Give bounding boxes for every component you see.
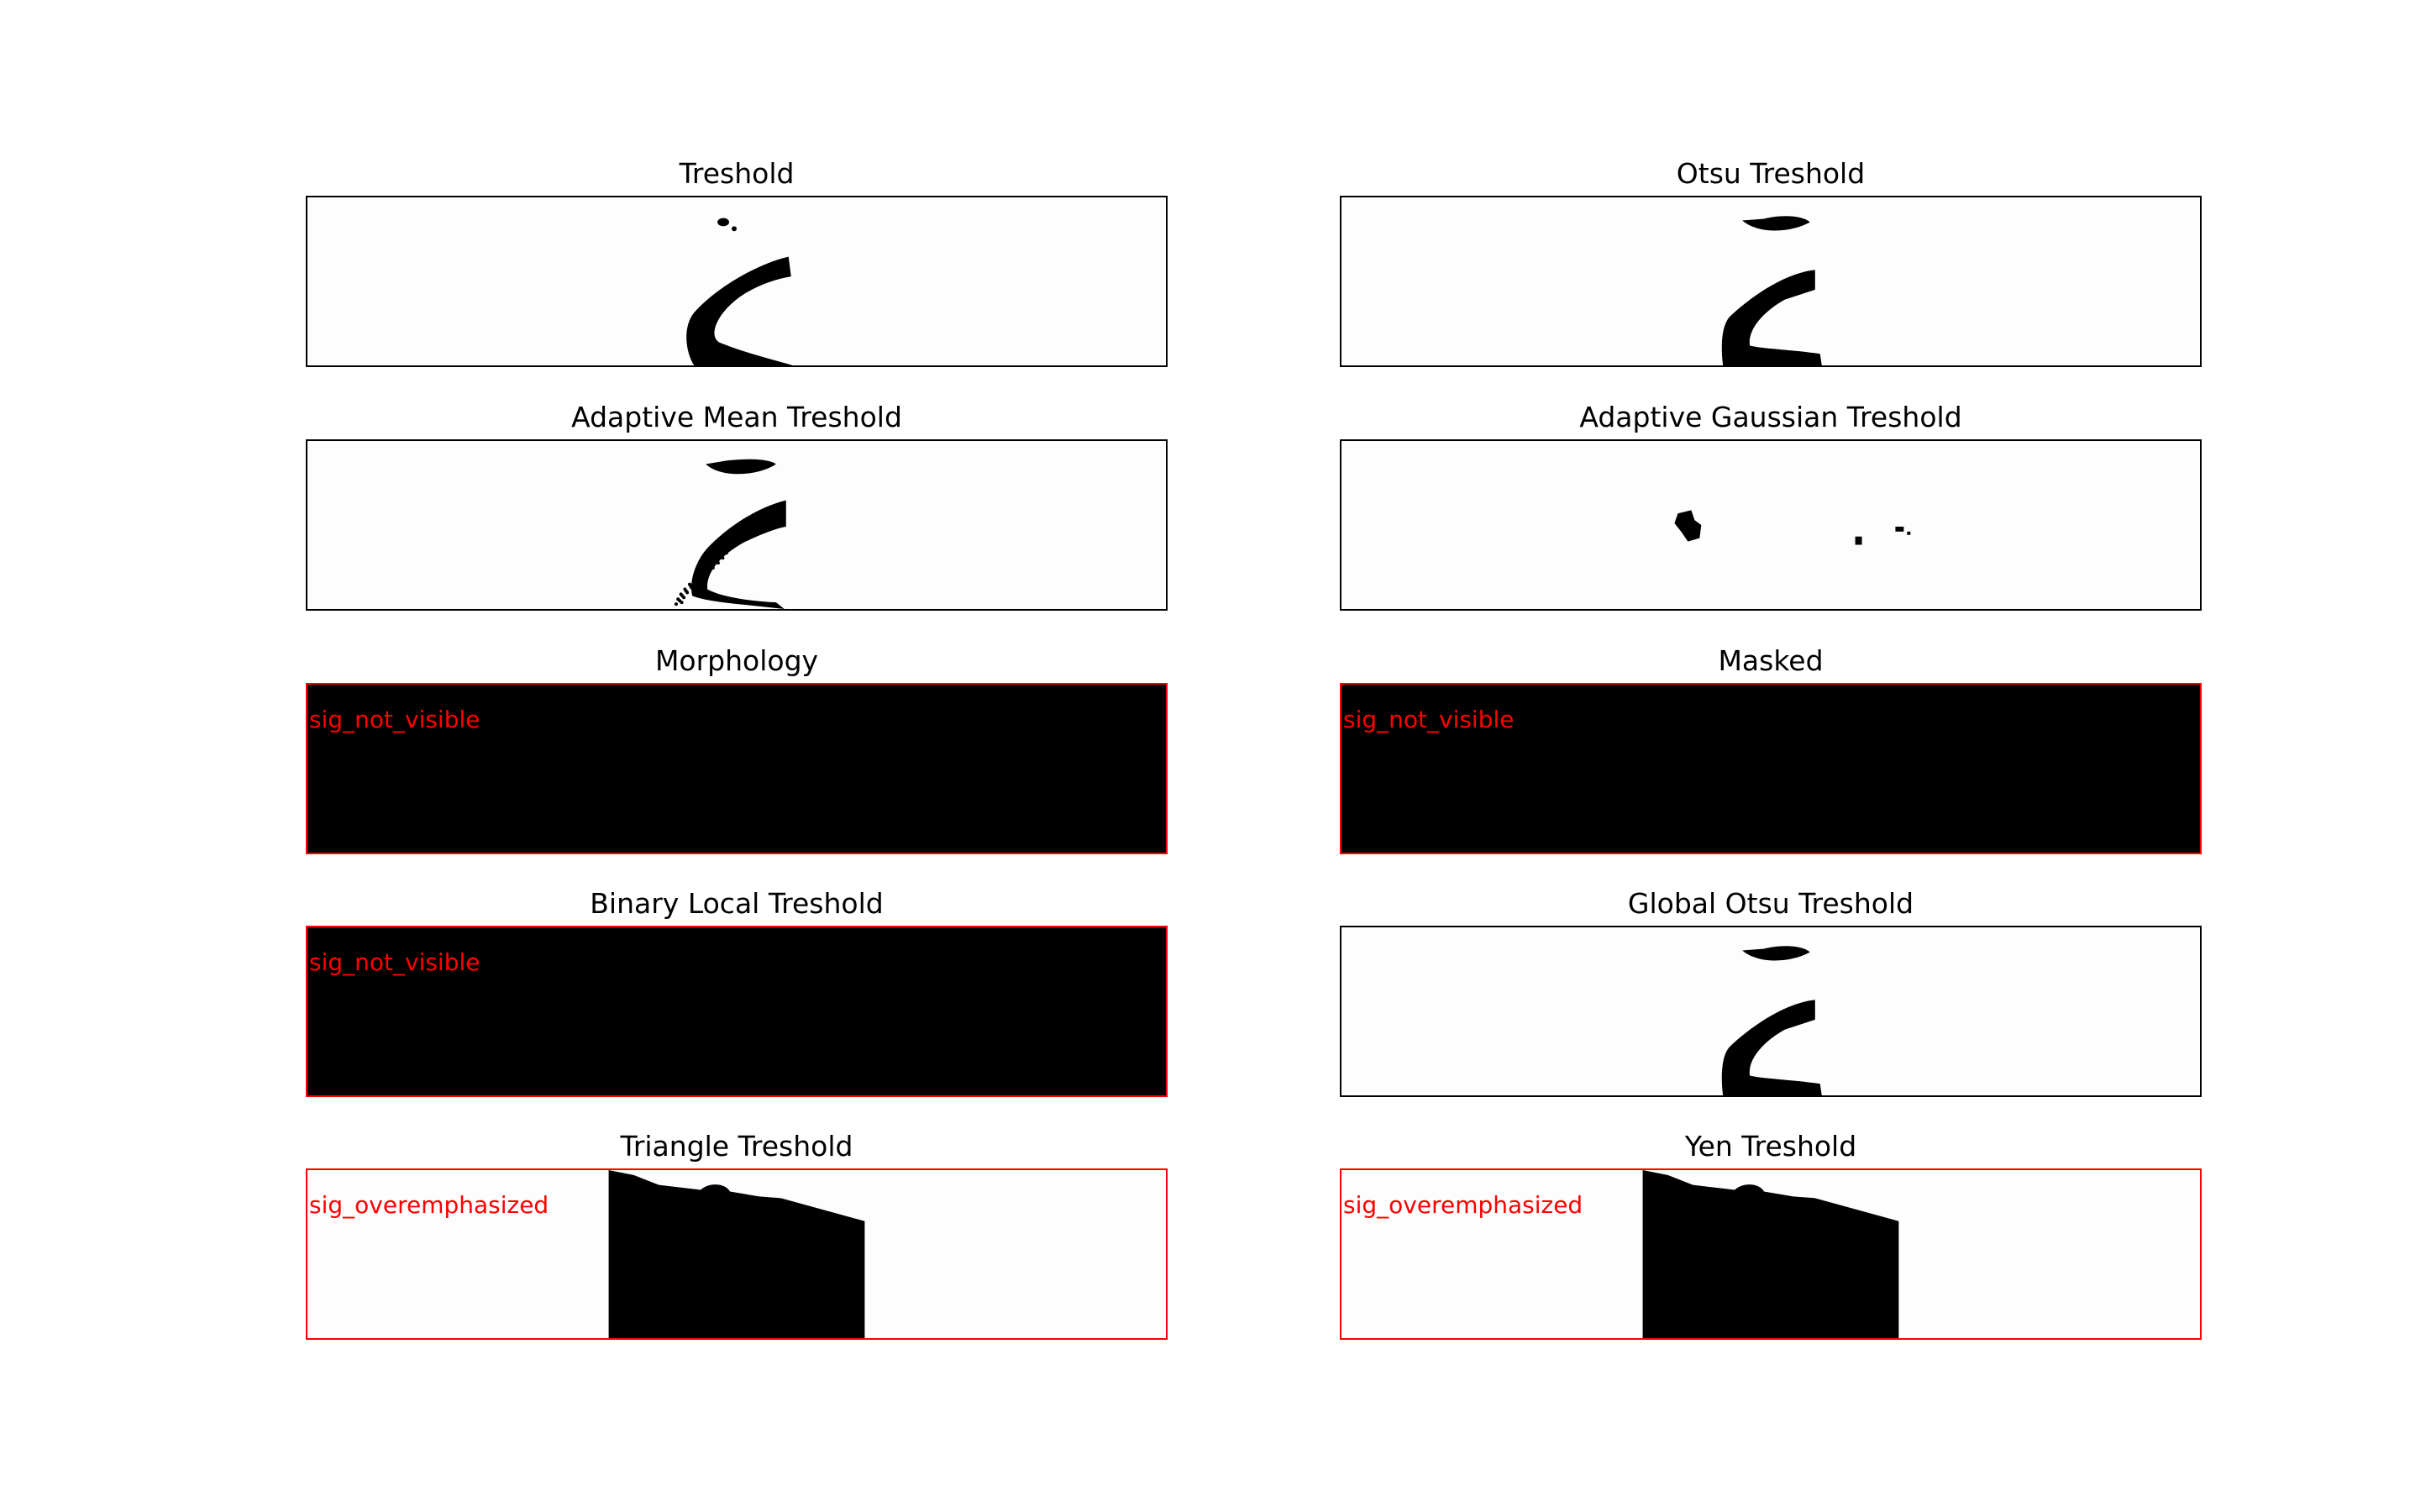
signature-dot (1742, 946, 1810, 961)
signature-dot (706, 459, 776, 475)
panel-image (1340, 439, 2202, 611)
panel-content (1721, 216, 1822, 365)
panel-image: sig_not_visible (1340, 683, 2202, 854)
panel-status-label: sig_not_visible (1343, 706, 1515, 733)
panel-title: Triangle Treshold (620, 1130, 853, 1163)
panel-image: sig_not_visible (306, 683, 1168, 854)
ink-dot (717, 218, 730, 227)
speckle (674, 602, 678, 606)
panel-content (1721, 946, 1822, 1095)
panel-title: Global Otsu Treshold (1627, 887, 1914, 920)
blob (1907, 531, 1911, 535)
panel-image: sig_overemphasized (306, 1168, 1168, 1340)
speckle (724, 551, 728, 555)
panel-content (686, 218, 793, 365)
panel-title: Morphology (654, 644, 819, 677)
panel-title: Adaptive Mean Treshold (571, 401, 902, 433)
panel-image (1340, 196, 2202, 367)
panel-title: Yen Treshold (1684, 1130, 1857, 1163)
panel-status-label: sig_overemphasized (1343, 1191, 1583, 1219)
panel-image: sig_not_visible (306, 926, 1168, 1097)
panel-status-label: sig_overemphasized (309, 1191, 549, 1219)
blob (1674, 510, 1702, 542)
speckle (711, 566, 715, 570)
black-block (1642, 1170, 1899, 1338)
blob (1895, 526, 1904, 532)
speckle (690, 585, 694, 590)
panel-title: Otsu Treshold (1676, 157, 1866, 190)
panel-image (306, 196, 1168, 367)
panel-title: Treshold (679, 157, 795, 190)
blob (1855, 536, 1862, 545)
panel-content (674, 459, 786, 609)
panel-image (306, 439, 1168, 611)
panel-title: Adaptive Gaussian Treshold (1579, 401, 1962, 433)
speckle (728, 541, 732, 545)
panel-image: sig_overemphasized (1340, 1168, 2202, 1340)
panel-content (1674, 510, 1911, 545)
speckle (700, 575, 704, 580)
panel-title: Masked (1718, 644, 1824, 677)
signature-stroke (686, 256, 793, 365)
signature-stroke (691, 500, 786, 609)
speckle (727, 546, 731, 550)
panel-image (1340, 926, 2202, 1097)
signature-dot (1742, 216, 1810, 231)
speckle (685, 591, 690, 595)
ink-dot (732, 226, 737, 232)
panel-status-label: sig_not_visible (309, 706, 480, 733)
signature-stroke (1721, 1000, 1822, 1095)
panel-title: Binary Local Treshold (590, 887, 884, 920)
figure: Treshold Otsu Treshold Adaptive Mean Tresh… (0, 0, 2436, 1512)
black-block (608, 1170, 865, 1338)
panel-status-label: sig_not_visible (309, 948, 480, 976)
speckle (682, 596, 686, 600)
speckle (695, 580, 699, 585)
speckle (680, 601, 684, 605)
speckle (721, 556, 725, 560)
signature-stroke (1721, 270, 1822, 365)
speckle (716, 561, 720, 565)
speckle (706, 570, 710, 575)
